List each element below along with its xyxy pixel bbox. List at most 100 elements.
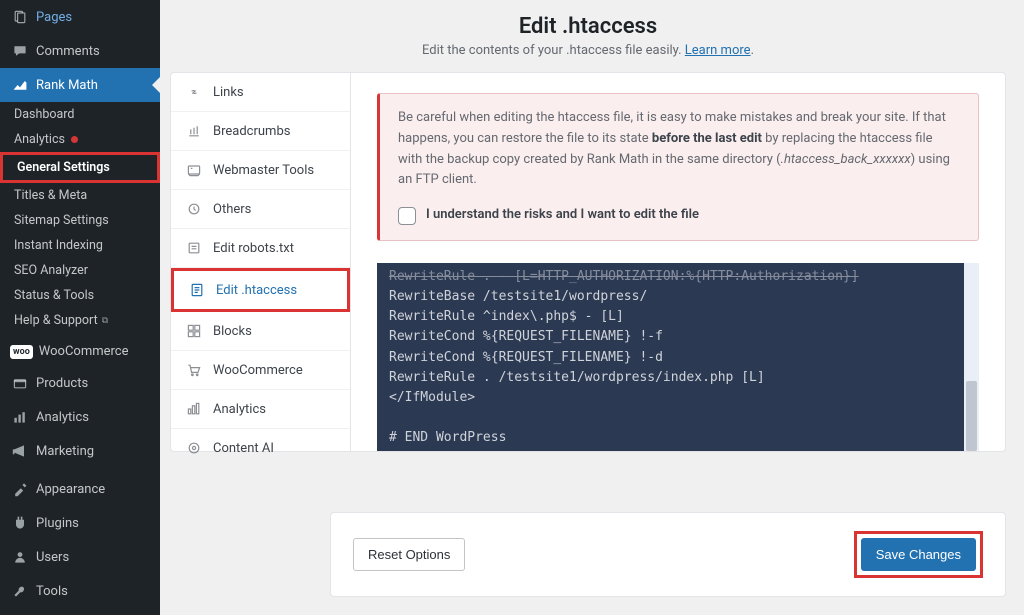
risk-label[interactable]: I understand the risks and I want to edi… — [426, 205, 699, 226]
submenu-dashboard[interactable]: Dashboard — [0, 102, 160, 127]
submenu-help-support[interactable]: Help & Support ⧉ — [0, 308, 160, 333]
tab-breadcrumbs[interactable]: Breadcrumbs — [171, 112, 350, 151]
actions-bar: Reset Options Save Changes — [330, 512, 1006, 597]
tab-analytics[interactable]: Analytics — [171, 390, 350, 429]
menu-label: Rank Math — [36, 78, 98, 93]
tab-htaccess[interactable]: Edit .htaccess — [171, 268, 350, 312]
tab-label: WooCommerce — [213, 363, 303, 378]
tab-woocommerce[interactable]: WooCommerce — [171, 351, 350, 390]
code-line: </IfModule> — [389, 388, 967, 408]
submenu-sitemap[interactable]: Sitemap Settings — [0, 208, 160, 233]
htaccess-editor[interactable]: RewriteRule . - [L=HTTP_AUTHORIZATION:%{… — [377, 263, 979, 451]
submenu-instant-indexing[interactable]: Instant Indexing — [0, 233, 160, 258]
appearance-icon — [10, 479, 30, 499]
tab-label: Edit robots.txt — [213, 241, 294, 256]
tab-links[interactable]: Links — [171, 73, 350, 112]
submenu-general-settings[interactable]: General Settings — [0, 152, 160, 183]
save-highlight: Save Changes — [854, 531, 983, 578]
links-icon — [185, 83, 203, 101]
marketing-icon — [10, 441, 30, 461]
chart-icon — [185, 400, 203, 418]
menu-label: Pages — [36, 10, 72, 25]
tab-label: Edit .htaccess — [216, 283, 297, 298]
tab-label: Links — [213, 85, 244, 100]
risk-checkbox[interactable] — [398, 207, 416, 225]
tab-label: Analytics — [213, 402, 266, 417]
settings-body: Be careful when editing the htaccess fil… — [351, 73, 1005, 451]
settings-panel: Links Breadcrumbs Webmaster Tools Others… — [170, 72, 1006, 452]
menu-label: WooCommerce — [39, 344, 129, 359]
save-button[interactable]: Save Changes — [861, 538, 976, 571]
plugins-icon — [10, 513, 30, 533]
menu-marketing[interactable]: Marketing — [0, 434, 160, 468]
menu-label: Appearance — [36, 482, 105, 497]
learn-more-link[interactable]: Learn more — [685, 43, 751, 58]
external-link-icon: ⧉ — [102, 316, 108, 326]
code-line: RewriteRule . - [L=HTTP_AUTHORIZATION:%{… — [389, 267, 967, 287]
page-header: Edit .htaccess Edit the contents of your… — [170, 14, 1006, 58]
submenu-titles-meta[interactable]: Titles & Meta — [0, 183, 160, 208]
others-icon — [185, 200, 203, 218]
menu-users[interactable]: Users — [0, 540, 160, 574]
code-line: RewriteRule ^index\.php$ - [L] — [389, 307, 967, 327]
warning-text: Be careful when editing the htaccess fil… — [398, 108, 960, 191]
code-line: RewriteRule . /testsite1/wordpress/index… — [389, 368, 967, 388]
menu-label: Analytics — [36, 410, 89, 425]
users-icon — [10, 547, 30, 567]
reset-button[interactable]: Reset Options — [353, 538, 465, 571]
tab-label: Blocks — [213, 324, 252, 339]
submenu-analytics[interactable]: Analytics — [0, 127, 160, 152]
menu-woocommerce[interactable]: woo WooCommerce — [0, 337, 160, 366]
webmaster-icon — [185, 161, 203, 179]
comments-icon — [10, 41, 30, 61]
code-line: RewriteCond %{REQUEST_FILENAME} !-d — [389, 348, 967, 368]
pages-icon — [10, 7, 30, 27]
notification-dot-icon — [71, 136, 78, 143]
tab-content-ai[interactable]: Content AI — [171, 429, 350, 468]
warning-notice: Be careful when editing the htaccess fil… — [377, 93, 979, 241]
rankmath-icon — [10, 75, 30, 95]
menu-appearance[interactable]: Appearance — [0, 472, 160, 506]
menu-analytics[interactable]: Analytics — [0, 400, 160, 434]
code-line: RewriteCond %{REQUEST_FILENAME} !-f — [389, 327, 967, 347]
editor-scrollbar[interactable] — [964, 263, 979, 451]
tab-label: Breadcrumbs — [213, 124, 290, 139]
menu-label: Plugins — [36, 516, 79, 531]
menu-label: Tools — [36, 584, 68, 599]
menu-pages[interactable]: Pages — [0, 0, 160, 34]
menu-label: Users — [36, 550, 69, 565]
contentai-icon — [185, 439, 203, 457]
menu-comments[interactable]: Comments — [0, 34, 160, 68]
menu-label: Marketing — [36, 444, 94, 459]
submenu-status-tools[interactable]: Status & Tools — [0, 283, 160, 308]
products-icon — [10, 373, 30, 393]
tab-label: Content AI — [213, 441, 274, 456]
menu-rankmath[interactable]: Rank Math — [0, 68, 160, 102]
menu-plugins[interactable]: Plugins — [0, 506, 160, 540]
menu-settings[interactable]: Settings — [0, 608, 160, 615]
code-line — [389, 448, 967, 451]
submenu-seo-analyzer[interactable]: SEO Analyzer — [0, 258, 160, 283]
woocommerce-icon: woo — [10, 345, 33, 359]
wp-admin-sidebar: Pages Comments Rank Math Dashboard Analy… — [0, 0, 160, 615]
tools-icon — [10, 581, 30, 601]
menu-label: Comments — [36, 44, 100, 59]
tab-robots[interactable]: Edit robots.txt — [171, 229, 350, 268]
analytics-icon — [10, 407, 30, 427]
menu-products[interactable]: Products — [0, 366, 160, 400]
code-line: RewriteBase /testsite1/wordpress/ — [389, 287, 967, 307]
menu-tools[interactable]: Tools — [0, 574, 160, 608]
page-title: Edit .htaccess — [170, 14, 1006, 39]
robots-icon — [185, 239, 203, 257]
tab-blocks[interactable]: Blocks — [171, 312, 350, 351]
tab-label: Others — [213, 202, 251, 217]
blocks-icon — [185, 322, 203, 340]
settings-tabs: Links Breadcrumbs Webmaster Tools Others… — [171, 73, 351, 451]
main-content: Edit .htaccess Edit the contents of your… — [160, 0, 1024, 615]
tab-others[interactable]: Others — [171, 190, 350, 229]
submenu-label: Help & Support — [14, 313, 98, 328]
scrollbar-thumb[interactable] — [966, 381, 977, 451]
tab-label: Webmaster Tools — [213, 163, 314, 178]
tab-webmaster[interactable]: Webmaster Tools — [171, 151, 350, 190]
menu-label: Products — [36, 376, 88, 391]
